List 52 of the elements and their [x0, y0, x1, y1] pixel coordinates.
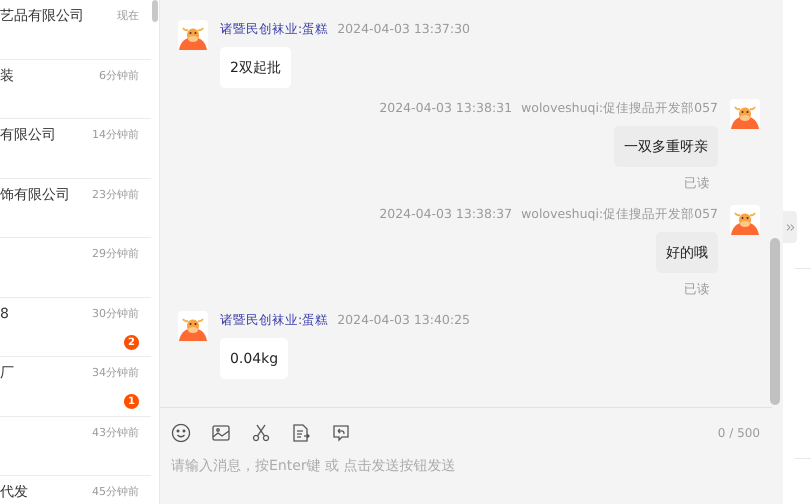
message-input[interactable]: 请输入消息，按Enter键 或 点击发送按钮发送 — [171, 455, 772, 477]
conversation-time: 6分钟前 — [99, 68, 139, 84]
conversation-title: 厂 — [0, 364, 15, 383]
cow-avatar-icon — [730, 99, 760, 129]
chat-return-icon[interactable] — [331, 423, 351, 443]
conversation-time: 30分钟前 — [92, 306, 139, 322]
conversation-item[interactable]: 8 30分钟前 2 — [0, 298, 151, 357]
message-bubble: 好的哦 — [656, 232, 718, 273]
image-icon[interactable] — [211, 423, 231, 443]
conversation-title: 饰有限公司 — [0, 186, 71, 204]
conversation-time: 29分钟前 — [92, 246, 139, 262]
conversation-time: 43分钟前 — [92, 424, 139, 440]
sender-name: woloveshuqi:促佳搜品开发部057 — [521, 205, 718, 223]
message-bubble: 一双多重呀亲 — [614, 126, 718, 167]
message-time: 2024-04-03 13:40:25 — [337, 311, 470, 329]
conversation-time: 14分钟前 — [92, 127, 139, 143]
sender-name: woloveshuqi:促佳搜品开发部057 — [521, 99, 718, 117]
read-status: 已读 — [684, 175, 710, 191]
message-bubble: 2双起批 — [220, 47, 291, 88]
cow-avatar-icon — [178, 311, 208, 341]
conversation-time: 23分钟前 — [92, 186, 139, 202]
sender-name: 诸暨民创袜业:蛋糕 — [220, 20, 328, 38]
conversation-title: 装 — [0, 66, 15, 86]
conversation-title: 有限公司 — [0, 126, 57, 145]
conversation-time: 34分钟前 — [92, 365, 139, 381]
conversation-item[interactable]: 有限公司 14分钟前 — [0, 119, 151, 178]
conversation-time: 现在 — [117, 8, 139, 24]
conversation-title: 艺品有限公司 — [0, 7, 85, 26]
scrollbar-thumb[interactable] — [770, 238, 780, 405]
conversation-item[interactable]: 饰有限公司 23分钟前 — [0, 178, 151, 238]
unread-badge: 1 — [124, 394, 139, 410]
emoji-icon[interactable] — [171, 423, 191, 443]
message-time: 2024-04-03 13:38:37 — [379, 205, 512, 223]
scissors-icon[interactable] — [251, 423, 271, 443]
conversation-item[interactable]: 厂 34分钟前 1 — [0, 357, 151, 416]
sender-name: 诸暨民创袜业:蛋糕 — [220, 311, 328, 329]
cow-avatar-icon — [178, 20, 208, 50]
conversation-item[interactable]: 艺品有限公司 现在 — [0, 0, 151, 60]
conversation-item[interactable]: 代发 45分钟前 — [0, 476, 151, 504]
conversation-title: 8 — [0, 304, 10, 324]
message-time: 2024-04-03 13:38:31 — [379, 99, 512, 117]
scrollbar-thumb[interactable] — [152, 0, 158, 22]
conversation-title: 代发 — [0, 483, 29, 502]
message-time: 2024-04-03 13:37:30 — [337, 20, 470, 38]
document-icon[interactable] — [291, 423, 311, 443]
character-counter: 0 / 500 — [718, 426, 760, 440]
conversation-item[interactable]: 装 6分钟前 — [0, 60, 151, 119]
conversation-time: 45分钟前 — [92, 484, 139, 500]
cow-avatar-icon — [730, 205, 760, 235]
unread-badge: 2 — [124, 334, 139, 350]
message-bubble: 0.04kg — [220, 338, 288, 379]
read-status: 已读 — [684, 281, 710, 297]
